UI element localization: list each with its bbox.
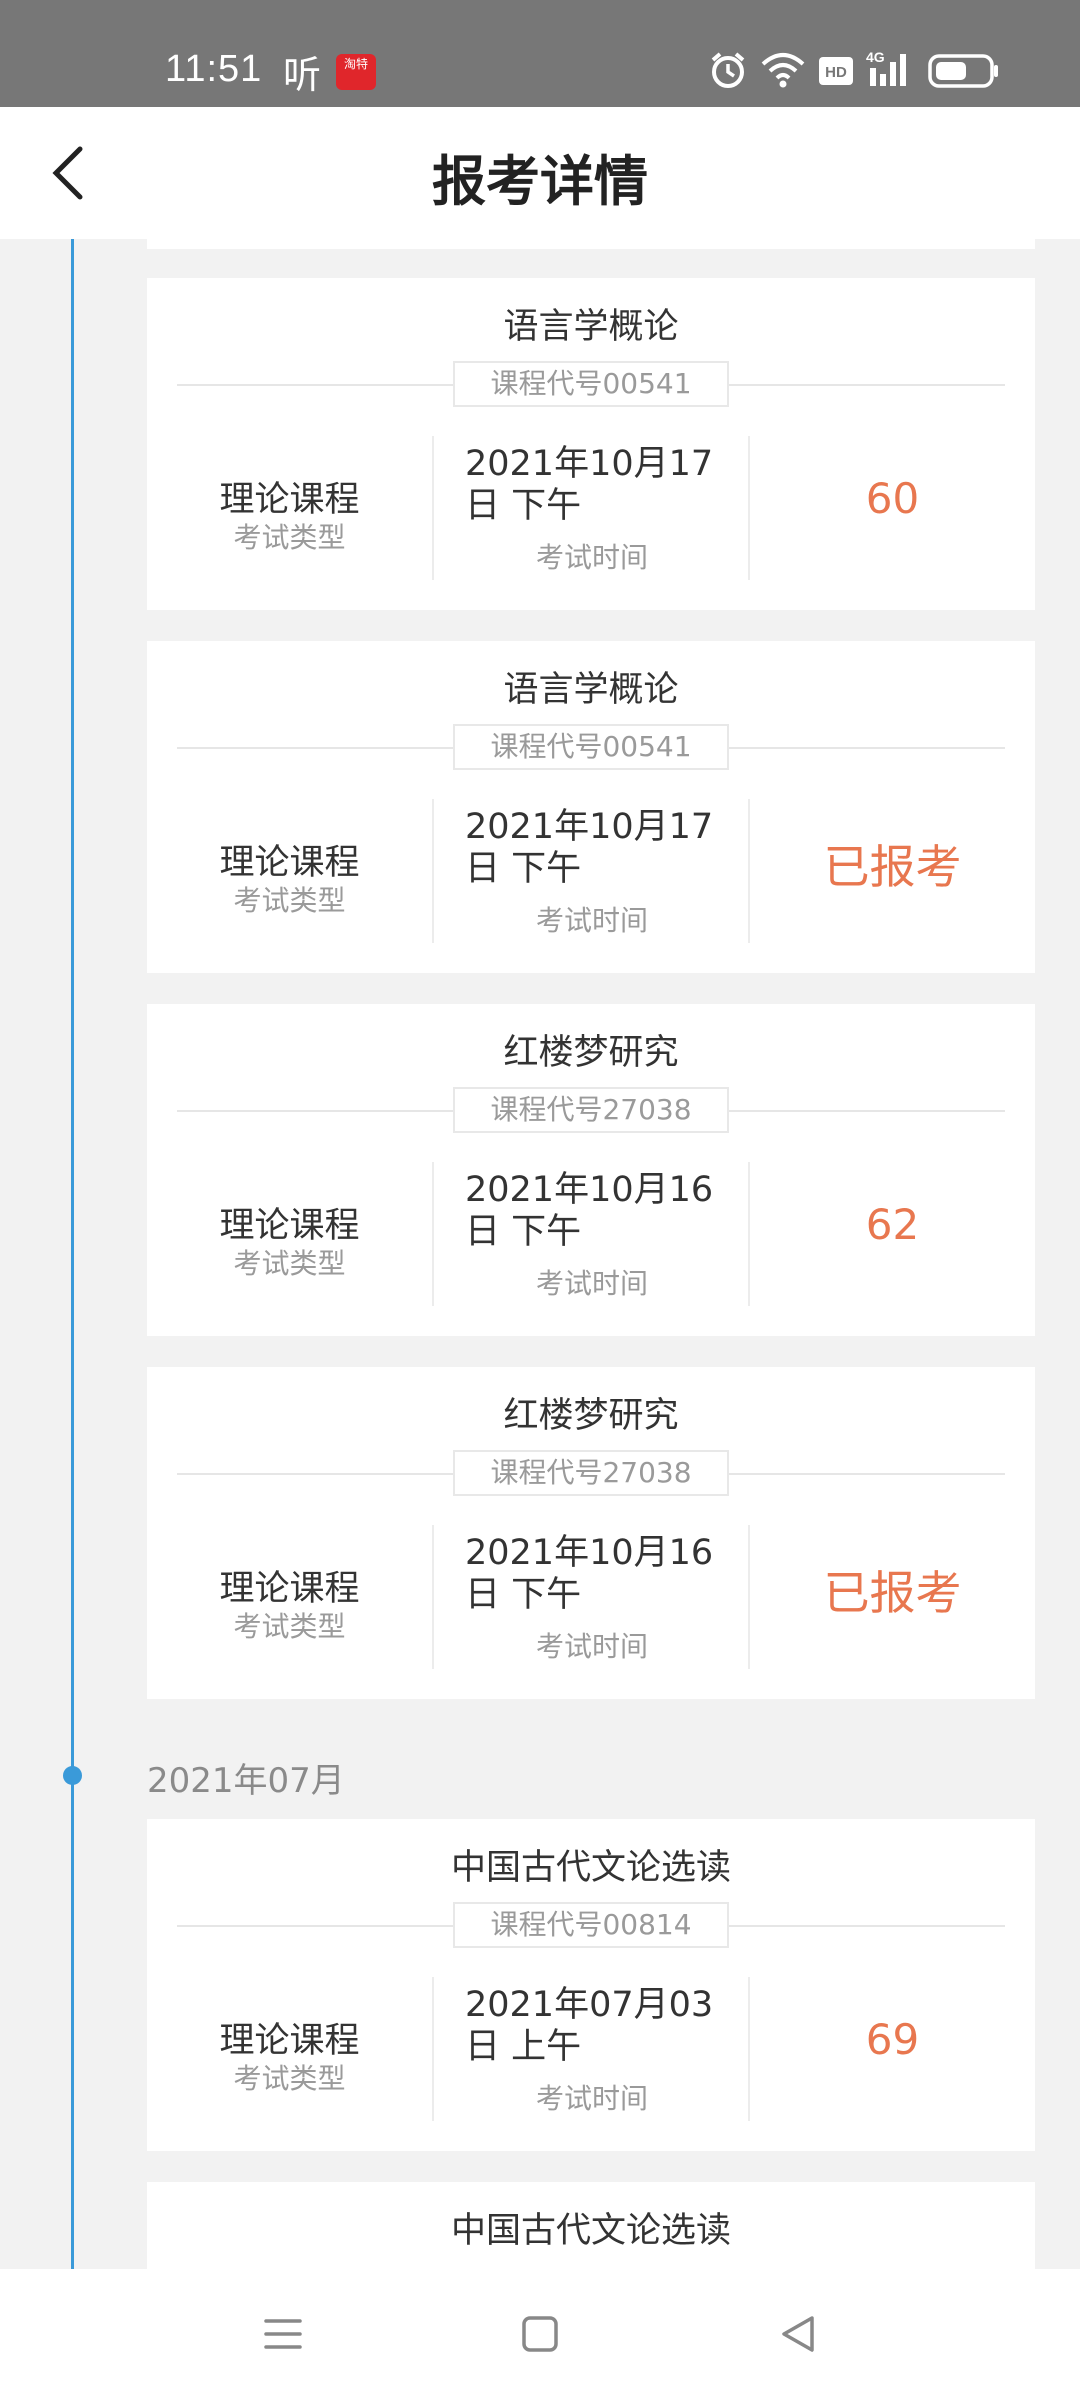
exam-type: 理论课程 [219, 1206, 360, 1246]
month-group-label: 2021年07月 [147, 1761, 345, 1801]
exam-time-line2: 日 下午 [465, 486, 582, 526]
exam-time: 2021年10月16 日 下午 [465, 1169, 735, 1253]
signal-4g-icon: 4G [866, 49, 906, 86]
exam-time: 2021年10月17 日 下午 [465, 806, 735, 890]
exam-card-partial-top [147, 239, 1035, 249]
exam-type: 理论课程 [219, 2021, 360, 2061]
menu-icon[interactable] [262, 2313, 304, 2355]
exam-score: 62 [865, 1200, 920, 1249]
ting-app-icon: 听 [283, 53, 322, 97]
course-name: 红楼梦研究 [503, 1396, 679, 1436]
course-code: 课程代号27038 [453, 1450, 729, 1496]
exam-card[interactable]: 红楼梦研究 课程代号27038 理论课程 考试类型 2021年10月16 日 下… [147, 1004, 1035, 1336]
timeline-line [71, 239, 74, 2269]
hd-icon: HD [819, 57, 853, 85]
taote-app-icon: 淘特 [336, 54, 376, 90]
exam-list[interactable]: 语言学概论 课程代号00541 理论课程 考试类型 2021年10月17 日 下… [0, 239, 1080, 2269]
exam-time-label: 考试时间 [535, 904, 648, 937]
exam-type: 理论课程 [219, 843, 360, 883]
course-name: 语言学概论 [503, 307, 679, 347]
course-name: 语言学概论 [503, 670, 679, 710]
exam-card[interactable]: 中国古代文论选读 课程代号00814 理论课程 考试类型 2021年07月03 … [147, 1819, 1035, 2151]
exam-card[interactable]: 红楼梦研究 课程代号27038 理论课程 考试类型 2021年10月16 日 下… [147, 1367, 1035, 1699]
course-code: 课程代号27038 [453, 1087, 729, 1133]
exam-time: 2021年07月03 日 上午 [465, 1984, 735, 2068]
registration-status: 已报考 [823, 840, 962, 894]
status-time: 11:51 [165, 48, 263, 90]
exam-type: 理论课程 [219, 1569, 360, 1609]
battery-icon [928, 54, 998, 88]
exam-card[interactable]: 语言学概论 课程代号00541 理论课程 考试类型 2021年10月17 日 下… [147, 641, 1035, 973]
exam-time-label: 考试时间 [535, 1267, 648, 1300]
exam-card[interactable]: 中国古代文论选读 [147, 2182, 1035, 2269]
exam-time-label: 考试时间 [535, 1630, 648, 1663]
exam-time-line1: 2021年10月16 [465, 1533, 714, 1573]
course-name: 中国古代文论选读 [450, 1848, 731, 1888]
exam-time-line1: 2021年10月16 [465, 1170, 714, 1210]
exam-type-label: 考试类型 [233, 521, 346, 554]
back-triangle-icon[interactable] [778, 2313, 818, 2355]
header: 报考详情 [0, 107, 1080, 239]
exam-type-label: 考试类型 [233, 884, 346, 917]
exam-type-label: 考试类型 [233, 1247, 346, 1280]
page-title: 报考详情 [432, 150, 648, 213]
course-name: 红楼梦研究 [503, 1033, 679, 1073]
wifi-icon [761, 53, 805, 88]
exam-type: 理论课程 [219, 480, 360, 520]
course-code: 课程代号00541 [453, 724, 729, 770]
exam-time-line1: 2021年07月03 [465, 1985, 714, 2025]
status-bar: 11:51 听 淘特 HD 4G [0, 0, 1080, 107]
exam-time-line2: 日 下午 [465, 849, 582, 889]
exam-time-line1: 2021年10月17 [465, 444, 714, 484]
exam-time-line2: 日 下午 [465, 1212, 582, 1252]
course-code: 课程代号00814 [453, 1902, 729, 1948]
exam-score: 60 [865, 474, 920, 523]
exam-time-label: 考试时间 [535, 2082, 648, 2115]
exam-time: 2021年10月17 日 下午 [465, 443, 735, 527]
timeline-dot [63, 1766, 82, 1785]
exam-time-label: 考试时间 [535, 541, 648, 574]
svg-text:4G: 4G [866, 49, 885, 65]
exam-time-line1: 2021年10月17 [465, 807, 714, 847]
course-name: 中国古代文论选读 [450, 2211, 731, 2251]
exam-type-label: 考试类型 [233, 1610, 346, 1643]
registration-status: 已报考 [823, 1566, 962, 1620]
exam-type-label: 考试类型 [233, 2062, 346, 2095]
svg-text:HD: HD [825, 64, 847, 81]
exam-card[interactable]: 语言学概论 课程代号00541 理论课程 考试类型 2021年10月17 日 下… [147, 278, 1035, 610]
course-code: 课程代号00541 [453, 361, 729, 407]
exam-time: 2021年10月16 日 下午 [465, 1532, 735, 1616]
alarm-icon [711, 52, 745, 88]
home-icon[interactable] [520, 2313, 560, 2355]
exam-time-line2: 日 下午 [465, 1575, 582, 1615]
exam-score: 69 [865, 2015, 920, 2064]
system-nav-bar [0, 2269, 1080, 2400]
exam-time-line2: 日 上午 [465, 2027, 582, 2067]
